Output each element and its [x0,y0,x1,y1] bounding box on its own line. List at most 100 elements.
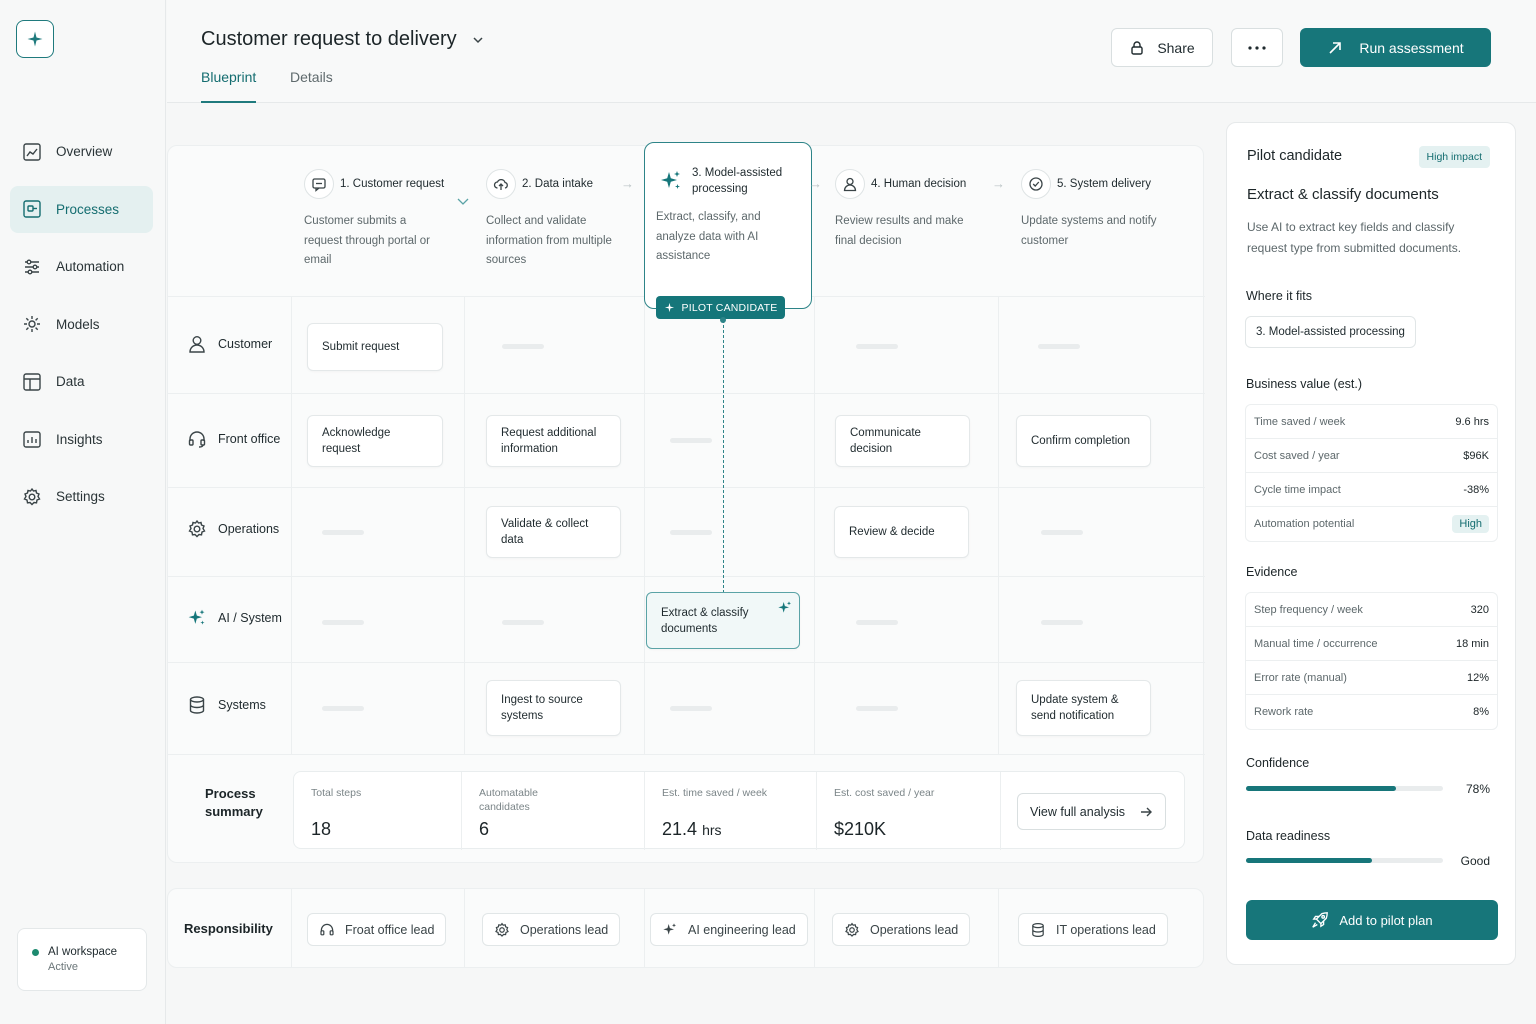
summary-cost-saved: Est. cost saved / year $210K [816,772,1000,850]
processes-icon [23,200,41,218]
workspace-name: AI workspace [48,946,118,958]
stage-description: Extract, classify, and analyze data with… [656,211,761,262]
sidebar-item-automation[interactable]: Automation [10,243,153,290]
step-card-ingest-source-systems[interactable]: Ingest to source systems [486,680,621,736]
stage-customer-request[interactable]: 1. Customer request Customer submits a r… [304,169,444,271]
more-options-button[interactable] [1231,28,1283,67]
arrow-right-icon: → [809,176,822,191]
owner-ai-engineering-lead[interactable]: AI engineering lead [650,913,808,946]
workspace-status: Active [48,961,78,973]
step-card-submit-request[interactable]: Submit request [307,323,443,371]
view-full-analysis-button[interactable]: View full analysis [1017,793,1166,830]
empty-cell [502,344,544,349]
run-assessment-button[interactable]: Run assessment [1300,28,1491,67]
stage-human-decision[interactable]: 4. Human decision Review results and mak… [835,169,975,251]
sidebar-item-settings[interactable]: Settings [10,473,153,520]
process-title-dropdown[interactable]: Customer request to delivery [201,28,485,51]
step-card-review-decide[interactable]: Review & decide [834,506,969,558]
empty-cell [670,706,712,711]
owner-label: Operations lead [870,922,959,937]
sidebar-item-label: Automation [56,259,125,274]
empty-cell [322,620,364,625]
owner-front-office-lead[interactable]: Froat office lead [307,913,447,946]
responsibility-label: Responsibility [184,921,273,936]
sidebar-item-label: Overview [56,144,113,159]
sidebar-item-label: Settings [56,489,105,504]
headset-icon [188,431,206,448]
owner-it-operations-lead[interactable]: IT operations lead [1018,913,1168,946]
step-card-request-additional-information[interactable]: Request additional information [486,415,621,467]
time-saved-unit: hrs [702,822,722,838]
empty-cell [1038,344,1080,349]
stage-system-delivery[interactable]: 5. System delivery Update systems and no… [1021,169,1161,251]
add-to-pilot-label: Add to pilot plan [1339,912,1433,928]
confidence-bar-fill [1246,786,1396,791]
kv-value: 9.6 hrs [1455,415,1489,428]
data-readiness-bar [1246,858,1443,863]
stage-data-intake[interactable]: 2. Data intake Collect and validate info… [486,169,626,271]
stage-title: 2. Data intake [522,178,593,190]
lane-label: AI / System [218,611,282,625]
step-card-acknowledge-request[interactable]: Acknowledge request [307,415,443,467]
step-card-confirm-completion[interactable]: Confirm completion [1016,415,1151,467]
empty-cell [856,344,898,349]
kv-row: Cycle time impact -38% [1246,473,1497,507]
owner-operations-lead-2[interactable]: Operations lead [832,913,971,946]
empty-cell [856,620,898,625]
chart-icon [23,142,41,161]
pilot-connector-line [723,320,724,593]
step-card-extract-classify-documents[interactable]: Extract & classify documents [646,592,800,649]
stage-model-assisted-processing[interactable]: 3. Model-assisted processing Extract, cl… [656,165,796,267]
sidebar-item-overview[interactable]: Overview [10,128,153,175]
kv-key: Rework rate [1254,706,1314,718]
sparkles-icon [663,922,676,935]
panel-heading: Pilot candidate [1247,148,1343,164]
sidebar-item-insights[interactable]: Insights [10,416,153,463]
process-summary: Total steps 18 Automatable candidates 6 … [293,771,1185,850]
tab-blueprint[interactable]: Blueprint [201,69,257,103]
sidebar-item-processes[interactable]: Processes [10,185,153,233]
add-to-pilot-plan-button[interactable]: Add to pilot plan [1246,900,1498,940]
sidebar-item-data[interactable]: Data [10,358,153,405]
empty-cell [322,706,364,711]
owner-label: Operations lead [520,922,609,937]
empty-cell [1041,530,1083,535]
workspace-switcher[interactable]: AI workspace Active [17,928,147,991]
sparkles-icon [778,601,791,613]
models-icon [24,316,40,332]
owner-label: Froat office lead [345,922,435,937]
summary-time-saved: Est. time saved / week 21.4 hrs [644,772,816,850]
lane-systems: Systems [187,695,266,715]
process-summary-label: Process summary [205,786,263,819]
stage-title: 5. System delivery [1057,178,1151,190]
step-card-validate-collect-data[interactable]: Validate & collect data [486,506,621,558]
sidebar-item-models[interactable]: Models [10,301,153,348]
responsibility-row: Responsibility Froat office lead Operati… [167,888,1204,968]
kv-key: Manual time / occurrence [1254,637,1378,650]
summary-label: Automatable candidates [479,787,538,813]
database-icon [1032,922,1044,937]
sidebar-nav: Overview Processes Automation Models Dat… [10,128,153,531]
pilot-candidate-badge[interactable]: PILOT CANDIDATE [656,296,785,319]
kv-key: Error rate (manual) [1254,671,1347,684]
tab-details[interactable]: Details [290,69,333,103]
owner-operations-lead[interactable]: Operations lead [482,913,621,946]
empty-cell [502,620,544,625]
kv-value: -38% [1463,483,1489,496]
share-button[interactable]: Share [1111,28,1213,67]
app-logo[interactable] [16,20,54,58]
insights-icon [23,431,41,448]
impact-badge: High impact [1418,146,1490,168]
evidence-table: Step frequency / week 320 Manual time / o… [1245,592,1498,730]
empty-cell [856,706,898,711]
lane-label: Systems [218,698,266,712]
fits-stage-chip[interactable]: 3. Model-assisted processing [1245,316,1416,348]
stage-description: Update systems and notify customer [1021,215,1157,247]
arrow-right-icon [1140,807,1152,816]
summary-value: 21.4 hrs [662,819,722,840]
sparkles-icon [188,609,205,625]
owner-label: AI engineering lead [688,922,796,937]
step-card-communicate-decision[interactable]: Communicate decision [835,415,970,467]
step-card-update-system-send-notification[interactable]: Update system & send notification [1016,680,1151,736]
summary-automatable: Automatable candidates 6 [461,772,644,850]
